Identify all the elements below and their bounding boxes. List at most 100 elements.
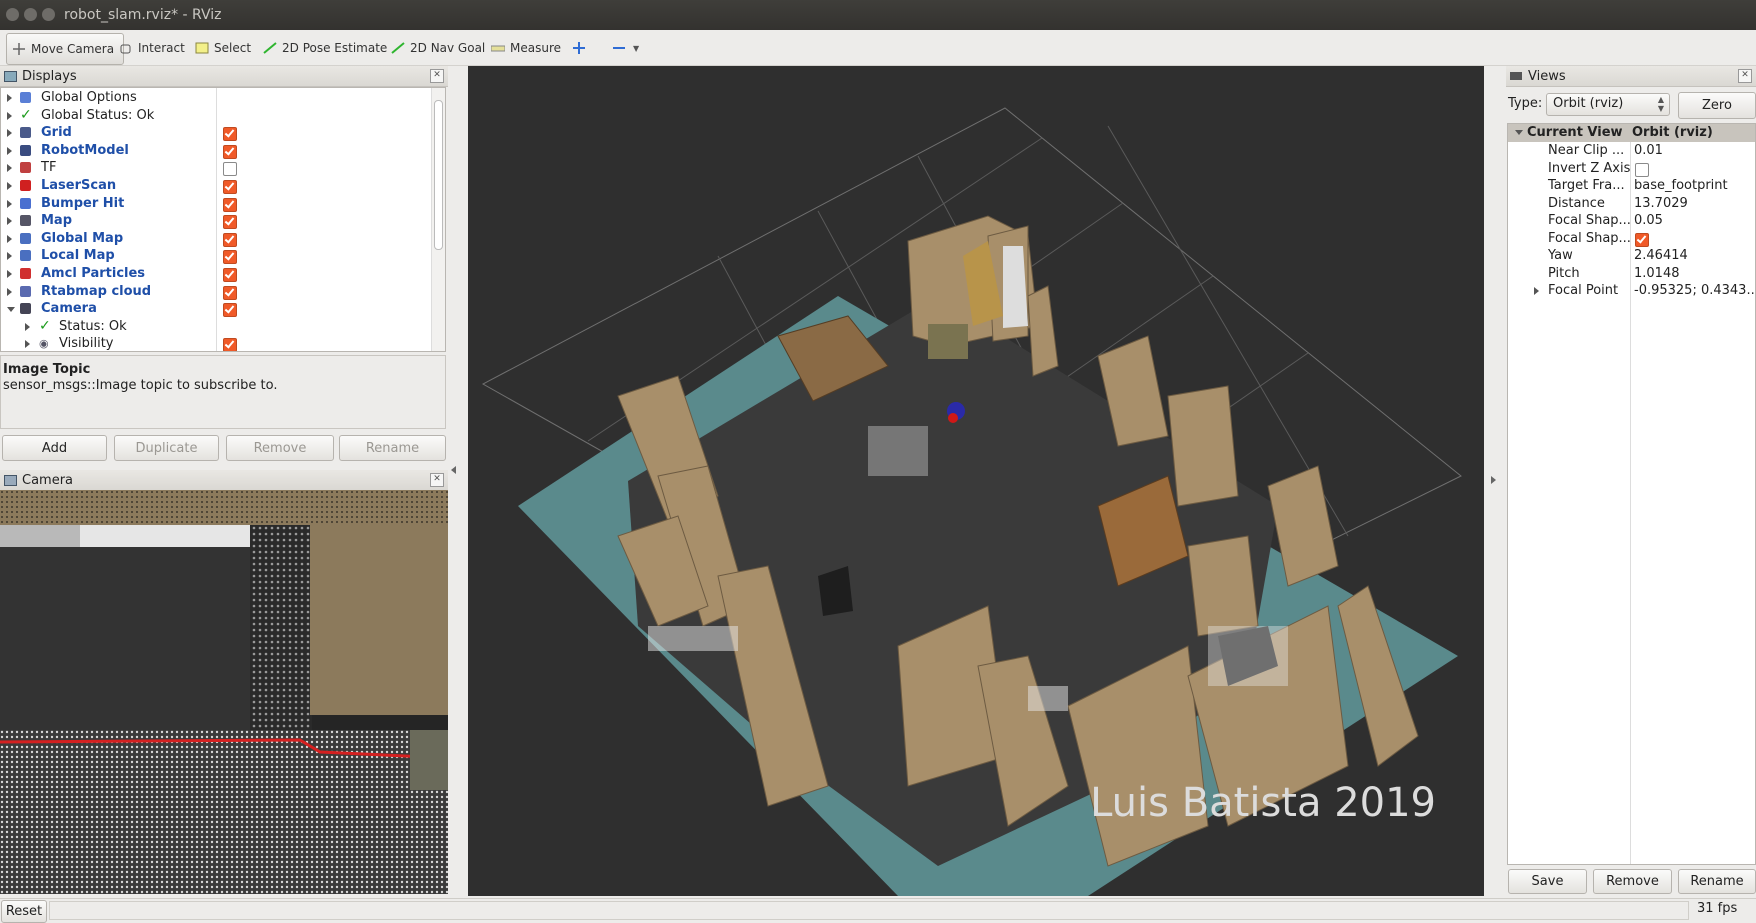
display-item[interactable]: Map bbox=[1, 212, 445, 230]
close-icon[interactable]: ✕ bbox=[430, 69, 444, 83]
expand-arrow-icon[interactable] bbox=[7, 164, 12, 173]
add-tool-button[interactable] bbox=[567, 33, 596, 63]
expand-arrow-icon[interactable] bbox=[7, 111, 12, 120]
close-window-icon[interactable] bbox=[6, 8, 19, 21]
view-property-row[interactable]: Near Clip ... 0.01 bbox=[1508, 142, 1755, 160]
display-item[interactable]: Rtabmap cloud bbox=[1, 283, 445, 301]
expand-arrow-icon[interactable] bbox=[7, 234, 12, 243]
enable-checkbox[interactable] bbox=[223, 127, 237, 142]
close-icon[interactable]: ✕ bbox=[430, 473, 444, 487]
minimize-window-icon[interactable] bbox=[24, 8, 37, 21]
enable-checkbox[interactable] bbox=[223, 303, 237, 318]
focal-shape-checkbox[interactable] bbox=[1635, 232, 1649, 247]
expand-arrow-icon[interactable] bbox=[1515, 130, 1523, 135]
view-property-value[interactable]: -0.95325; 0.4343... bbox=[1634, 283, 1755, 298]
display-item[interactable]: TF bbox=[1, 159, 445, 177]
collapse-arrow-icon[interactable] bbox=[7, 307, 15, 313]
enable-checkbox[interactable] bbox=[223, 268, 237, 282]
expand-arrow-icon[interactable] bbox=[7, 252, 12, 261]
display-item-label: Global Map bbox=[41, 230, 124, 246]
expand-arrow-icon[interactable] bbox=[25, 322, 30, 331]
add-display-button[interactable]: Add bbox=[2, 435, 107, 461]
expand-arrow-icon[interactable] bbox=[25, 340, 30, 349]
select-label: Select bbox=[214, 41, 252, 55]
view-property-row[interactable]: Invert Z Axis bbox=[1508, 160, 1755, 178]
view-property-value[interactable]: 2.46414 bbox=[1634, 248, 1688, 263]
measure-button[interactable]: Measure bbox=[486, 33, 566, 63]
display-item[interactable]: ✓ Status: Ok bbox=[1, 318, 445, 336]
rename-display-button[interactable]: Rename bbox=[339, 435, 446, 461]
enable-checkbox[interactable] bbox=[223, 250, 237, 265]
reset-button[interactable]: Reset bbox=[1, 900, 47, 923]
enable-checkbox[interactable] bbox=[223, 180, 237, 194]
view-property-value[interactable]: 13.7029 bbox=[1634, 196, 1688, 211]
expand-arrow-icon[interactable] bbox=[7, 270, 12, 278]
view-property-row[interactable]: Yaw 2.46414 bbox=[1508, 247, 1755, 265]
view-property-row[interactable]: Distance 13.7029 bbox=[1508, 195, 1755, 213]
rename-view-button[interactable]: Rename bbox=[1678, 869, 1756, 894]
display-item[interactable]: Global Options bbox=[1, 89, 445, 107]
view-property-value[interactable]: 0.01 bbox=[1634, 143, 1663, 158]
camera-title: Camera bbox=[22, 472, 74, 488]
display-item[interactable]: Local Map bbox=[1, 247, 445, 265]
3d-viewport[interactable]: Luis Batista 2019 bbox=[468, 66, 1484, 896]
display-item[interactable]: Amcl Particles bbox=[1, 265, 445, 283]
expand-arrow-icon[interactable] bbox=[7, 287, 12, 296]
current-view-row[interactable]: Current View Orbit (rviz) bbox=[1508, 124, 1755, 142]
invert-z-checkbox[interactable] bbox=[1635, 162, 1649, 177]
expand-arrow-icon[interactable] bbox=[7, 146, 12, 155]
enable-checkbox[interactable] bbox=[223, 197, 237, 212]
monitor-icon bbox=[4, 70, 17, 82]
enable-checkbox[interactable] bbox=[223, 162, 237, 177]
display-item[interactable]: RobotModel bbox=[1, 142, 445, 160]
view-property-value[interactable]: 0.05 bbox=[1634, 213, 1663, 228]
remove-view-button[interactable]: Remove bbox=[1593, 869, 1672, 894]
interact-button[interactable]: Interact bbox=[114, 33, 190, 63]
expand-arrow-icon[interactable] bbox=[7, 217, 12, 226]
display-item[interactable]: Bumper Hit bbox=[1, 195, 445, 213]
display-item[interactable]: LaserScan bbox=[1, 177, 445, 195]
expand-arrow-icon[interactable] bbox=[1534, 287, 1539, 295]
display-type-icon bbox=[20, 180, 31, 191]
view-property-row[interactable]: Focal Shap... 0.05 bbox=[1508, 212, 1755, 230]
view-property-name: Distance bbox=[1548, 195, 1605, 211]
left-splitter-arrow[interactable] bbox=[451, 466, 456, 474]
view-property-value[interactable]: base_footprint bbox=[1634, 178, 1728, 193]
view-property-value[interactable]: 1.0148 bbox=[1634, 266, 1680, 281]
display-item[interactable]: ◉ Visibility bbox=[1, 335, 445, 351]
enable-checkbox[interactable] bbox=[223, 144, 237, 159]
expand-arrow-icon[interactable] bbox=[7, 199, 12, 208]
display-item[interactable]: Global Map bbox=[1, 230, 445, 248]
maximize-window-icon[interactable] bbox=[42, 8, 55, 21]
view-property-row[interactable]: Target Fra... base_footprint bbox=[1508, 177, 1755, 195]
select-icon bbox=[195, 42, 209, 54]
display-item-label: Camera bbox=[41, 301, 97, 317]
expand-arrow-icon[interactable] bbox=[7, 129, 12, 138]
interact-label: Interact bbox=[138, 41, 185, 55]
nav-goal-button[interactable]: 2D Nav Goal bbox=[386, 33, 490, 63]
close-icon[interactable]: ✕ bbox=[1738, 69, 1752, 83]
enable-checkbox[interactable] bbox=[223, 232, 237, 247]
right-splitter-arrow[interactable] bbox=[1491, 476, 1496, 484]
display-item[interactable]: ✓ Global Status: Ok bbox=[1, 107, 445, 125]
pose-estimate-button[interactable]: 2D Pose Estimate bbox=[258, 33, 392, 63]
save-view-button[interactable]: Save bbox=[1508, 869, 1587, 894]
enable-checkbox[interactable] bbox=[223, 215, 237, 230]
expand-arrow-icon[interactable] bbox=[7, 94, 12, 102]
view-property-row[interactable]: Pitch 1.0148 bbox=[1508, 265, 1755, 283]
camera-icon bbox=[4, 474, 17, 486]
display-item[interactable]: Camera bbox=[1, 300, 445, 318]
expand-arrow-icon[interactable] bbox=[7, 182, 12, 190]
view-property-row[interactable]: Focal Point -0.95325; 0.4343... bbox=[1508, 282, 1755, 300]
remove-tool-button[interactable]: ▼ bbox=[607, 33, 644, 63]
enable-checkbox[interactable] bbox=[223, 338, 237, 351]
display-item[interactable]: Grid bbox=[1, 124, 445, 142]
view-type-select[interactable]: Orbit (rviz) ▲ ▼ bbox=[1546, 93, 1670, 116]
select-button[interactable]: Select bbox=[190, 33, 256, 63]
duplicate-display-button[interactable]: Duplicate bbox=[114, 435, 219, 461]
move-camera-button[interactable]: Move Camera bbox=[6, 33, 124, 65]
remove-display-button[interactable]: Remove bbox=[226, 435, 334, 461]
zero-view-button[interactable]: Zero bbox=[1678, 92, 1756, 119]
enable-checkbox[interactable] bbox=[223, 285, 237, 300]
view-property-row[interactable]: Focal Shap... bbox=[1508, 230, 1755, 248]
